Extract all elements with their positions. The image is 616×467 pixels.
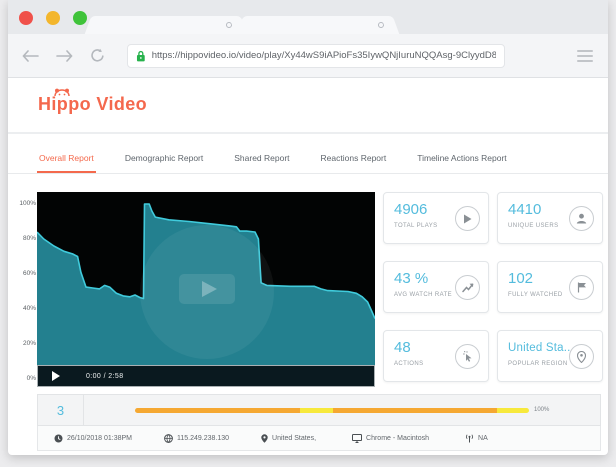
detail-ip-address: 115.249.238.130 xyxy=(164,434,229,443)
axis-tick: 60% xyxy=(23,270,36,278)
viewer-row[interactable]: 3 100% xyxy=(37,394,601,426)
reload-icon[interactable] xyxy=(90,48,105,63)
menu-icon[interactable] xyxy=(577,47,593,65)
cursor-click-icon xyxy=(462,351,473,362)
tab-close-icon[interactable] xyxy=(378,22,384,28)
progress-segment xyxy=(497,408,529,413)
map-pin-icon xyxy=(577,351,586,363)
window-controls xyxy=(19,11,87,25)
detail-timestamp: 26/10/2018 01:38PM xyxy=(54,434,132,443)
card-unique-users: 4410 UNIQUE USERS xyxy=(497,192,603,244)
detail-text: 115.249.238.130 xyxy=(177,435,229,442)
minimize-window-button[interactable] xyxy=(46,11,60,25)
viewer-progress-cell: 100% xyxy=(84,407,600,413)
card-total-plays: 4906 TOTAL PLAYS xyxy=(383,192,489,244)
globe-icon xyxy=(164,434,173,443)
card-avg-watch-rate: 43 % AVG WATCH RATE xyxy=(383,261,489,313)
axis-tick: 40% xyxy=(23,305,36,313)
detail-browser-os: Chrome - Macintosh xyxy=(352,434,429,443)
play-icon[interactable] xyxy=(52,371,60,381)
card-actions: 48 ACTIONS xyxy=(383,330,489,382)
clock-icon xyxy=(54,434,63,443)
watch-heatmap-chart xyxy=(37,192,375,387)
tab-close-icon[interactable] xyxy=(226,22,232,28)
axis-tick: 20% xyxy=(23,340,36,348)
detail-text: 26/10/2018 01:38PM xyxy=(67,435,132,442)
tab-reactions-report[interactable]: Reactions Report xyxy=(319,153,389,173)
zoom-window-button[interactable] xyxy=(73,11,87,25)
hippo-ears-icon xyxy=(53,88,71,97)
browser-window: https://hippovideo.io/video/play/Xy44wS9… xyxy=(8,0,608,455)
stats-cards: 4906 TOTAL PLAYS 4410 UNIQUE USERS 43 % … xyxy=(383,192,603,387)
progress-percent-label: 100% xyxy=(534,407,549,413)
report-tabs: Overall Report Demographic Report Shared… xyxy=(8,134,608,174)
card-popular-region: United Sta.. POPULAR REGION xyxy=(497,330,603,382)
main-content: 100% 80% 60% 40% 20% 0% 0:00 / 2:58 xyxy=(8,174,608,387)
tab-shared-report[interactable]: Shared Report xyxy=(232,153,291,173)
user-icon xyxy=(576,213,587,224)
flag-icon xyxy=(577,282,587,293)
close-window-button[interactable] xyxy=(19,11,33,25)
tab-timeline-actions-report[interactable]: Timeline Actions Report xyxy=(415,153,508,173)
tab-demographic-report[interactable]: Demographic Report xyxy=(123,153,205,173)
viewer-index: 3 xyxy=(38,395,84,425)
progress-segment xyxy=(135,408,300,413)
watch-rate-axis: 100% 80% 60% 40% 20% 0% xyxy=(17,192,37,387)
detail-network: NA xyxy=(465,434,488,443)
browser-tab-2[interactable] xyxy=(248,16,388,34)
axis-tick: 0% xyxy=(27,375,36,383)
watch-progress-bar xyxy=(135,408,529,413)
hippo-video-logo: Hippo Video xyxy=(38,94,147,115)
browser-navbar: https://hippovideo.io/video/play/Xy44wS9… xyxy=(8,34,608,78)
video-player[interactable]: 0:00 / 2:58 xyxy=(37,192,375,387)
map-pin-icon xyxy=(261,434,268,443)
progress-segment xyxy=(333,408,497,413)
trend-up-icon xyxy=(462,282,474,293)
monitor-icon xyxy=(352,434,362,443)
card-fully-watched: 102 FULLY WATCHED xyxy=(497,261,603,313)
browser-titlebar xyxy=(8,0,608,34)
axis-tick: 80% xyxy=(23,235,36,243)
back-icon[interactable] xyxy=(22,50,39,62)
progress-segment xyxy=(300,408,333,413)
detail-text: Chrome - Macintosh xyxy=(366,435,429,442)
antenna-icon xyxy=(465,434,474,443)
axis-tick: 100% xyxy=(19,200,36,208)
time-display: 0:00 / 2:58 xyxy=(86,373,123,380)
url-text: https://hippovideo.io/video/play/Xy44wS9… xyxy=(152,50,496,61)
browser-tab-1[interactable] xyxy=(96,16,236,34)
play-icon xyxy=(463,214,472,224)
player-controls: 0:00 / 2:58 xyxy=(37,365,375,387)
tab-overall-report[interactable]: Overall Report xyxy=(37,153,96,173)
https-lock-icon xyxy=(136,50,146,62)
detail-location: United States, xyxy=(261,434,316,443)
detail-text: NA xyxy=(478,435,488,442)
url-bar[interactable]: https://hippovideo.io/video/play/Xy44wS9… xyxy=(127,44,505,68)
player-watermark xyxy=(140,225,274,359)
viewer-details: 26/10/2018 01:38PM 115.249.238.130 Unite… xyxy=(37,426,601,451)
logo-text: Hippo Video xyxy=(38,94,147,114)
detail-text: United States, xyxy=(272,435,316,442)
forward-icon[interactable] xyxy=(56,50,73,62)
site-header: Hippo Video xyxy=(8,78,608,132)
